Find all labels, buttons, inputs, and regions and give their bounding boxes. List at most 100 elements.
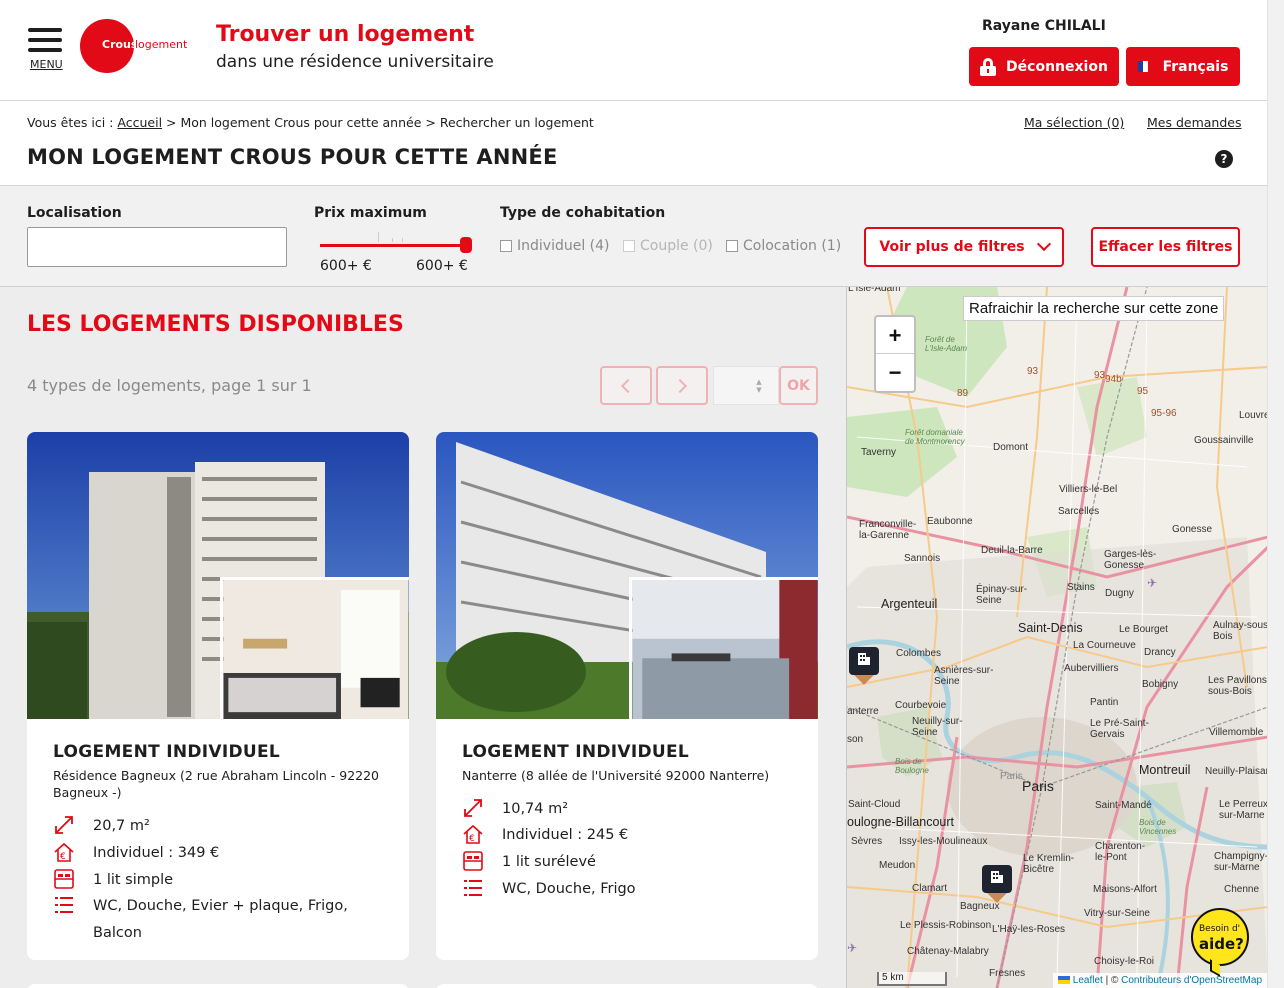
results-map[interactable]: ✈ ✈ L'Isle-Adam Forêt de L'Isle-Adam Forê… [846,287,1267,988]
zoom-control: + − [874,315,916,393]
crous-logo[interactable]: Crous logement [80,19,192,73]
refresh-search-area-button[interactable]: Rafraichir la recherche sur cette zone [963,296,1225,321]
header-title: Trouver un logement [216,22,475,47]
cohab-individual-checkbox[interactable]: Individuel (4) [500,238,610,254]
resize-arrows-icon [55,816,73,834]
price-feature: € Individuel : 245 € [462,822,628,849]
header-subtitle: dans une résidence universitaire [216,52,494,72]
logo-text-logement: logement [135,38,188,51]
page-scrollbar[interactable] [1267,0,1284,988]
page-ok-button[interactable]: OK [779,366,818,405]
results-title: LES LOGEMENTS DISPONIBLES [27,312,404,337]
svg-text:€: € [60,852,66,862]
bed-value: 1 lit simple [93,872,174,888]
equipment-value: WC, Douche, Frigo [502,881,636,897]
price-feature: € Individuel : 349 € [53,840,219,867]
price-value: Individuel : 349 € [93,845,220,861]
price-slider-handle[interactable] [460,237,472,253]
cohab-coloc-label: Colocation (1) [743,238,842,254]
help-chat-button[interactable]: Besoin d' aide? [1191,908,1249,977]
equipment-value: WC, Douche, Evier + plaque, Frigo, Balco… [93,898,348,941]
cohab-coloc-checkbox[interactable]: Colocation (1) [726,238,841,254]
previous-page-button[interactable] [600,366,652,405]
house-euro-icon: € [463,824,483,844]
zoom-out-button[interactable]: − [876,354,914,391]
location-input[interactable] [27,227,287,267]
results-panel: LES LOGEMENTS DISPONIBLES 4 types de log… [0,287,846,988]
chevron-left-icon [620,378,636,393]
card-address: Résidence Bagneux (2 rue Abraham Lincoln… [53,768,380,800]
my-requests-link[interactable]: Mes demandes [1147,115,1241,130]
cohab-couple-checkbox[interactable]: Couple (0) [623,238,713,254]
zoom-in-button[interactable]: + [876,317,914,354]
price-slider[interactable] [320,232,472,253]
resize-arrows-icon [464,799,482,817]
list-icon [55,897,73,913]
logo-text-crous: Crous [102,38,138,51]
equipment-feature: WC, Douche, Evier + plaque, Frigo, Balco… [53,893,373,947]
building-icon [858,653,870,665]
help-line-2: aide? [1199,935,1244,953]
user-name: Rayane CHILALI [982,18,1106,34]
more-filters-button[interactable]: Voir plus de filtres [864,227,1064,267]
price-min-value: 600+ € [320,258,372,274]
spinner-arrows-icon[interactable]: ▲ ▼ [754,378,764,394]
menu-button[interactable]: MENU [28,28,66,72]
attribution-separator: | © [1105,975,1119,986]
leaflet-link[interactable]: Leaflet [1073,975,1103,986]
results-count: 4 types de logements, page 1 sur 1 [27,376,312,395]
surface-feature: 20,7 m² [53,813,150,840]
location-label: Localisation [27,205,122,221]
more-filters-label: Voir plus de filtres [879,239,1025,255]
breadcrumb-rest: > Mon logement Crous pour cette année > … [166,115,594,130]
filter-bar: Localisation Prix maximum 600+ € 600+ € … [0,185,1267,287]
breadcrumb: Vous êtes ici : Accueil > Mon logement C… [27,115,594,130]
house-euro-icon: € [54,842,74,862]
cohabitation-label: Type de cohabitation [500,205,666,221]
map-attribution: Leaflet | © Contributeurs d'OpenStreetMa… [1053,973,1267,988]
svg-text:✈: ✈ [847,941,857,955]
language-button[interactable]: Français [1126,47,1240,86]
svg-text:✈: ✈ [1147,576,1157,590]
housing-map-marker[interactable] [849,647,879,685]
svg-text:€: € [469,834,475,844]
surface-value: 10,74 m² [502,801,569,817]
clear-filters-label: Effacer les filtres [1098,239,1233,255]
french-flag-icon [1137,61,1153,72]
bed-value: 1 lit surélevé [502,854,596,870]
cohab-individual-label: Individuel (4) [517,238,610,254]
map-scale: 5 km [877,972,947,986]
osm-link[interactable]: Contributeurs d'OpenStreetMap [1121,975,1262,986]
next-card-peek [436,984,818,988]
chevron-down-icon [1036,236,1051,252]
price-max-value: 600+ € [416,258,468,274]
bed-feature: 1 lit surélevé [462,849,596,876]
page-number-input[interactable]: ▲ ▼ [713,366,779,405]
housing-card[interactable]: LOGEMENT INDIVIDUEL Résidence Bagneux (2… [27,432,409,960]
breadcrumb-prefix: Vous êtes ici : [27,115,114,130]
logout-button[interactable]: Déconnexion [969,47,1119,86]
next-page-button[interactable] [656,366,708,405]
bed-icon [54,869,74,889]
site-header: MENU Crous logement Trouver un logement … [0,0,1267,101]
card-title: LOGEMENT INDIVIDUEL [462,742,690,762]
surface-value: 20,7 m² [93,818,150,834]
card-title: LOGEMENT INDIVIDUEL [53,742,281,762]
card-address: Nanterre (8 allée de l'Université 92000 … [462,768,770,783]
clear-filters-button[interactable]: Effacer les filtres [1091,227,1240,267]
housing-map-marker[interactable] [982,865,1012,903]
common-room-photo [629,577,818,719]
page-title: MON LOGEMENT CROUS POUR CETTE ANNÉE [27,145,558,169]
hamburger-icon [28,28,66,52]
my-selection-link[interactable]: Ma sélection (0) [1024,115,1124,130]
surface-feature: 10,74 m² [462,796,568,823]
breadcrumb-home-link[interactable]: Accueil [117,115,162,130]
bed-feature: 1 lit simple [53,867,173,894]
ukraine-flag-icon [1058,976,1070,985]
help-icon[interactable]: ? [1215,150,1233,168]
housing-card[interactable]: LOGEMENT INDIVIDUEL Nanterre (8 allée de… [436,432,818,960]
language-label: Français [1162,58,1229,75]
logout-label: Déconnexion [1006,58,1108,75]
help-line-1: Besoin d' [1199,924,1241,934]
equipment-feature: WC, Douche, Frigo [462,876,636,903]
